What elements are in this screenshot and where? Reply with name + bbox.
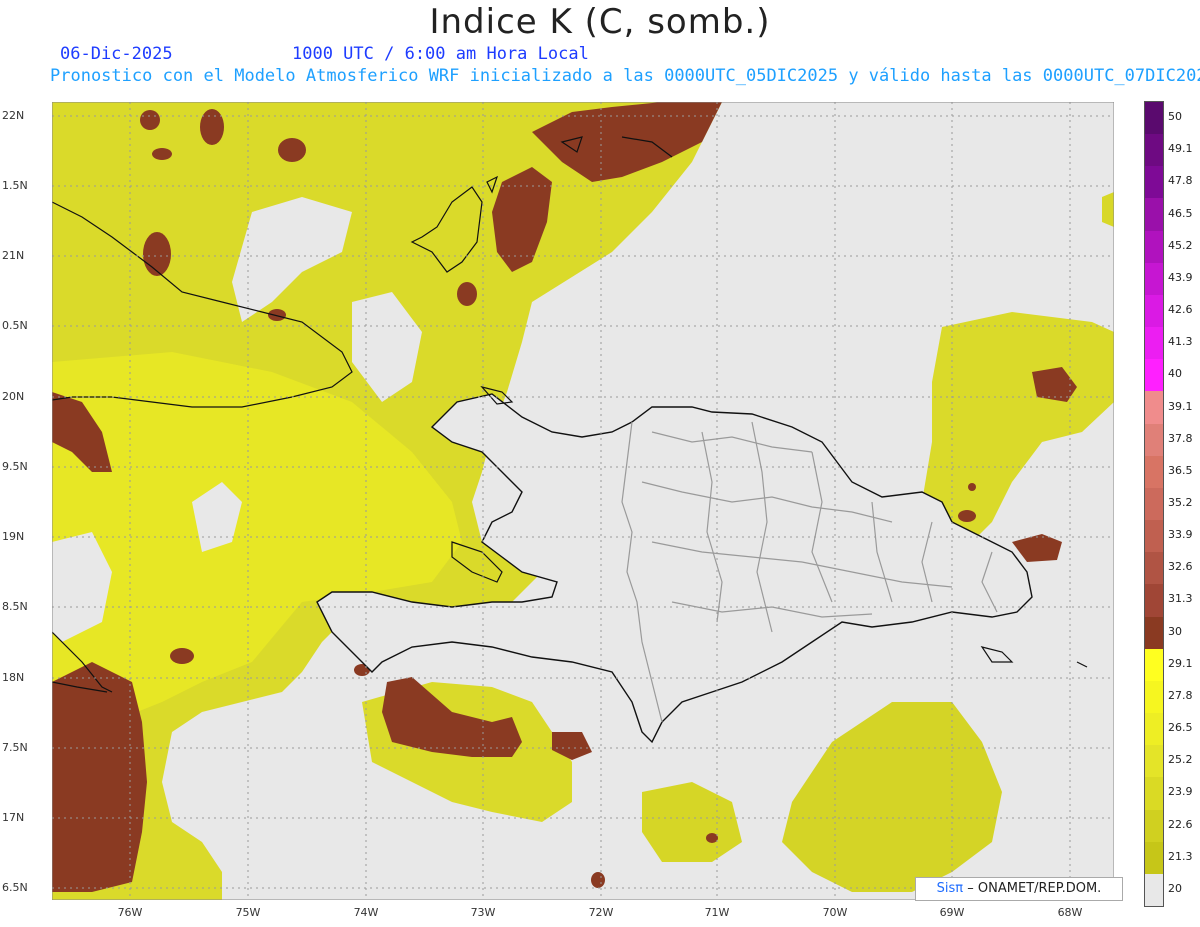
latitude-label: 8.5N <box>2 600 28 613</box>
legend-level-label: 50 <box>1168 110 1182 124</box>
legend-level-label: 45.2 <box>1168 238 1193 252</box>
forecast-description: Pronostico con el Modelo Atmosferico WRF… <box>50 66 1200 86</box>
legend-swatch <box>1145 745 1163 778</box>
legend-swatch <box>1145 230 1163 264</box>
legend-level-label: 47.8 <box>1168 174 1193 188</box>
legend-swatch <box>1145 294 1163 328</box>
longitude-label: 76W <box>117 906 143 919</box>
forecast-time: 1000 UTC / 6:00 am Hora Local <box>292 44 589 64</box>
legend-level-label: 27.8 <box>1168 688 1193 702</box>
latitude-label: 1.5N <box>2 179 28 192</box>
k-index-field-northeast-strip <box>1102 192 1114 227</box>
latitude-label: 20N <box>2 390 25 403</box>
longitude-label: 74W <box>353 906 379 919</box>
legend-level-label: 31.3 <box>1168 592 1193 606</box>
latitude-label: 0.5N <box>2 319 28 332</box>
legend-level-label: 43.9 <box>1168 270 1193 284</box>
legend-level-label: 29.1 <box>1168 656 1193 670</box>
credit-box: Sisπ – ONAMET/REP.DOM. <box>915 877 1123 901</box>
legend-swatch <box>1145 552 1163 585</box>
latitude-label: 9.5N <box>2 460 28 473</box>
legend-swatch <box>1145 616 1163 650</box>
latitude-label: 17N <box>2 811 25 824</box>
legend-swatch <box>1145 455 1163 489</box>
legend-level-label: 40 <box>1168 367 1182 381</box>
legend-level-label: 35.2 <box>1168 496 1193 509</box>
legend-swatch <box>1145 841 1163 875</box>
legend-level-label: 42.6 <box>1168 303 1193 317</box>
legend-swatch <box>1145 713 1163 746</box>
legend-level-label: 33.9 <box>1168 528 1193 542</box>
map-title: Indice K (C, somb.) <box>429 2 771 42</box>
legend-swatch <box>1145 166 1163 199</box>
legend-level-label: 32.6 <box>1168 560 1193 574</box>
longitude-label: 69W <box>939 906 965 919</box>
legend-level-label: 30 <box>1168 624 1182 638</box>
legend-level-label: 46.5 <box>1168 206 1193 220</box>
legend-level-label: 21.3 <box>1168 849 1193 863</box>
legend-swatch <box>1145 520 1163 553</box>
legend-level-label: 37.8 <box>1168 431 1193 445</box>
legend-level-label: 20 <box>1168 881 1182 895</box>
legend-swatch <box>1145 777 1163 811</box>
legend-swatch <box>1145 423 1163 457</box>
legend-swatch <box>1145 359 1163 392</box>
legend-swatch <box>1145 102 1163 135</box>
legend-swatch <box>1145 648 1163 682</box>
legend-swatch <box>1145 262 1163 296</box>
legend-swatch <box>1145 134 1163 167</box>
legend-level-label: 49.1 <box>1168 142 1193 156</box>
color-legend-bar <box>1144 101 1164 907</box>
latitude-label: 7.5N <box>2 741 28 754</box>
longitude-label: 73W <box>470 906 496 919</box>
longitude-label: 72W <box>588 906 614 919</box>
legend-swatch <box>1145 680 1163 714</box>
forecast-date: 06-Dic-2025 <box>60 44 173 64</box>
legend-swatch <box>1145 391 1163 425</box>
legend-level-label: 36.5 <box>1168 463 1193 477</box>
longitude-label: 68W <box>1057 906 1083 919</box>
legend-level-label: 26.5 <box>1168 721 1193 735</box>
latitude-label: 18N <box>2 671 25 684</box>
legend-level-label: 23.9 <box>1168 785 1193 799</box>
legend-swatch <box>1145 487 1163 521</box>
longitude-label: 71W <box>704 906 730 919</box>
legend-level-label: 25.2 <box>1168 753 1193 767</box>
legend-swatch <box>1145 809 1163 843</box>
latitude-label: 21N <box>2 249 25 262</box>
legend-swatch <box>1145 198 1163 232</box>
legend-swatch <box>1145 327 1163 360</box>
latitude-label: 19N <box>2 530 25 543</box>
latitude-label: 22N <box>2 109 25 122</box>
latitude-label: 6.5N <box>2 881 28 894</box>
credit-org: – ONAMET/REP.DOM. <box>967 881 1102 896</box>
legend-level-label: 41.3 <box>1168 335 1193 349</box>
legend-swatch <box>1145 584 1163 618</box>
legend-swatch <box>1145 873 1163 907</box>
legend-level-label: 39.1 <box>1168 399 1193 413</box>
longitude-label: 75W <box>235 906 261 919</box>
credit-brand: Sisπ <box>936 881 964 896</box>
longitude-label: 70W <box>822 906 848 919</box>
legend-level-label: 22.6 <box>1168 817 1193 831</box>
k-index-map <box>52 102 1114 900</box>
